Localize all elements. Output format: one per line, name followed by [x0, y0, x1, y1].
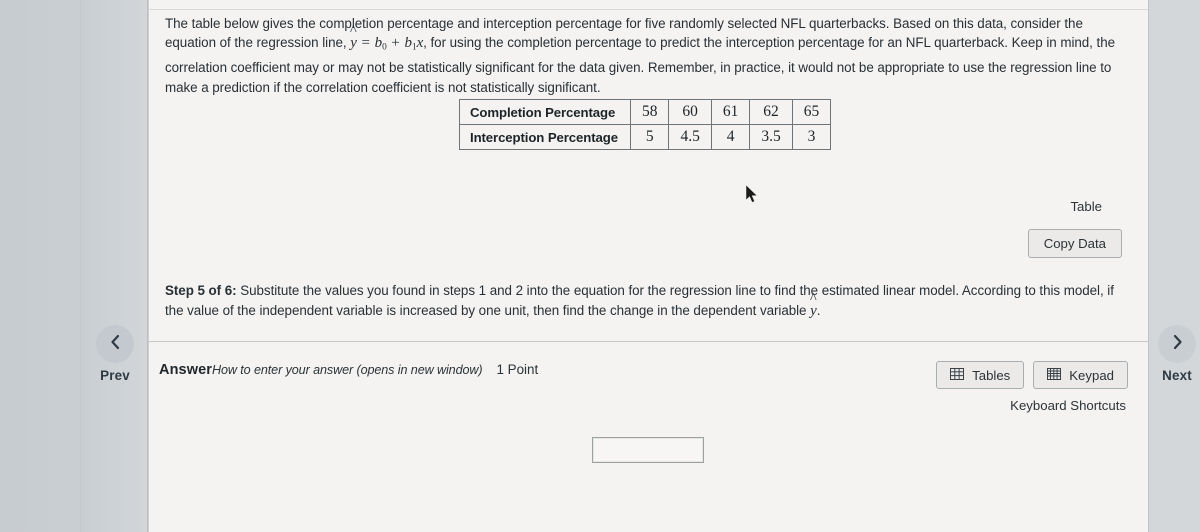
next-button[interactable]	[1158, 325, 1196, 363]
prev-navigation[interactable]: Prev	[84, 325, 146, 383]
table-cell: 60	[668, 99, 712, 125]
answer-help-link[interactable]: How to enter your answer (opens in new w…	[212, 363, 483, 377]
question-content-panel: The table below gives the completion per…	[149, 0, 1148, 532]
table-grid-icon	[950, 368, 965, 382]
page-root: The table below gives the completion per…	[0, 0, 1200, 532]
answer-points: 1 Point	[496, 362, 539, 377]
gutter-divider-line	[80, 0, 81, 532]
table-cell: 61	[710, 99, 751, 125]
right-gutter	[1148, 0, 1200, 532]
answer-label: Answer	[159, 362, 212, 378]
table-cell: 4.5	[668, 124, 712, 150]
tables-button-label: Tables	[972, 367, 1011, 383]
tables-button[interactable]: Tables	[936, 361, 1025, 390]
table-cell: 4	[710, 124, 751, 150]
table-caption: Table	[1070, 199, 1102, 214]
step-text-part-1: Substitute the values you found in steps…	[165, 283, 1114, 318]
answer-tools: Tables Keypad	[936, 361, 1128, 390]
step-instruction: Step 5 of 6: Substitute the values you f…	[165, 281, 1133, 321]
step-text-part-2: .	[816, 302, 821, 318]
table-cell: 3.5	[749, 124, 793, 150]
chevron-right-icon	[1171, 334, 1184, 355]
mouse-cursor	[745, 184, 759, 209]
table-row: Interception Percentage 5 4.5 4 3.5 3	[459, 124, 832, 150]
copy-data-button[interactable]: Copy Data	[1027, 229, 1122, 259]
keypad-button[interactable]: Keypad	[1033, 361, 1128, 390]
table-row-header: Interception Percentage	[459, 124, 631, 150]
keypad-button-label: Keypad	[1069, 367, 1114, 383]
left-gutter	[0, 0, 148, 532]
chevron-left-icon	[109, 334, 122, 355]
regression-equation: y = b0 + b1x	[350, 35, 423, 52]
data-table-container: Completion Percentage 58 60 61 62 65 Int…	[459, 99, 832, 150]
prev-button[interactable]	[96, 325, 134, 363]
step-label: Step 5 of 6:	[165, 283, 237, 298]
answer-section-divider	[149, 341, 1148, 342]
prev-label: Prev	[100, 368, 130, 383]
table-cell: 62	[749, 99, 793, 125]
table-cell: 5	[629, 124, 670, 150]
table-row-header: Completion Percentage	[459, 99, 631, 125]
answer-header: Answer How to enter your answer (opens in…	[159, 362, 538, 378]
answer-input[interactable]	[592, 437, 704, 463]
keypad-grid-icon	[1047, 368, 1062, 382]
problem-statement: The table below gives the completion per…	[165, 14, 1133, 97]
table-cell: 65	[791, 99, 832, 125]
table-cell: 58	[629, 99, 670, 125]
data-table: Completion Percentage 58 60 61 62 65 Int…	[459, 99, 832, 150]
table-cell: 3	[791, 124, 832, 150]
next-label: Next	[1162, 368, 1192, 383]
dependent-variable-symbol: y	[810, 303, 817, 319]
keyboard-shortcuts-link[interactable]: Keyboard Shortcuts	[1010, 398, 1126, 413]
next-navigation[interactable]: Next	[1146, 325, 1200, 383]
table-row: Completion Percentage 58 60 61 62 65	[459, 99, 832, 125]
